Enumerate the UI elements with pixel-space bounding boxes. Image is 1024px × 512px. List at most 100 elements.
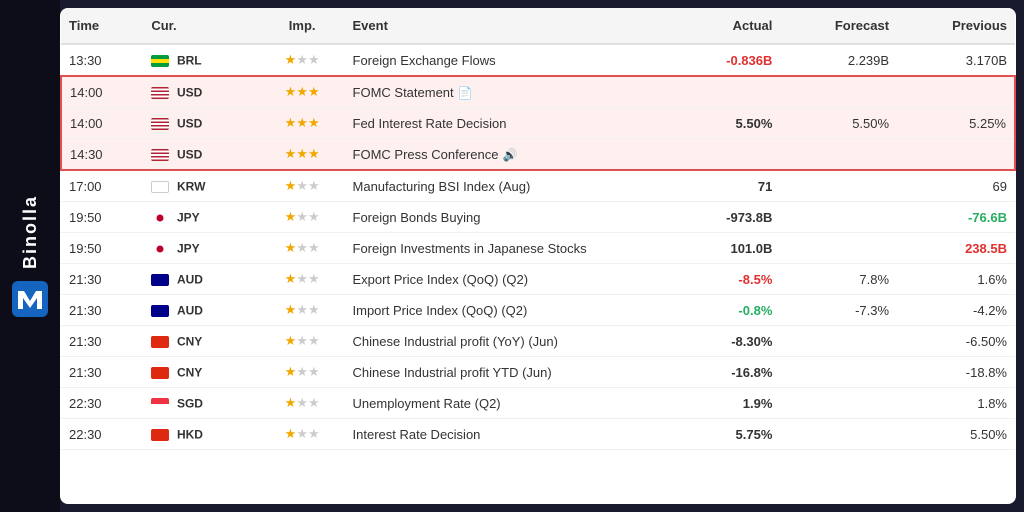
star-filled: ★ — [308, 146, 320, 161]
star-filled: ★ — [285, 178, 297, 193]
cell-previous: -6.50% — [897, 326, 1015, 357]
cell-time: 13:30 — [61, 44, 143, 76]
brand-logo: Binolla — [12, 195, 48, 317]
table-row: 14:00 USD ★★★ FOMC Statement📄 — [61, 76, 1015, 108]
table-row: 14:00 USD ★★★ Fed Interest Rate Decision… — [61, 108, 1015, 139]
star-filled: ★ — [285, 115, 297, 130]
cell-previous: -4.2% — [897, 295, 1015, 326]
star-filled: ★ — [285, 146, 297, 161]
flag-cn — [151, 336, 169, 348]
star-filled: ★ — [296, 115, 308, 130]
cell-currency: USD — [143, 108, 259, 139]
cell-event: Foreign Investments in Japanese Stocks — [345, 233, 677, 264]
table-row: 21:30 CNY ★★★ Chinese Industrial profit … — [61, 326, 1015, 357]
table-row: 22:30 SGD ★★★ Unemployment Rate (Q2) 1.9… — [61, 388, 1015, 419]
star-empty: ★ — [296, 240, 308, 255]
table-row: 21:30 AUD ★★★ Export Price Index (QoQ) (… — [61, 264, 1015, 295]
cell-actual: 5.75% — [677, 419, 780, 450]
flag-au — [151, 305, 169, 317]
cell-event: FOMC Press Conference🔊 — [345, 139, 677, 171]
cell-previous: 1.6% — [897, 264, 1015, 295]
cell-actual — [677, 76, 780, 108]
currency-label: USD — [177, 117, 202, 131]
cell-event: Export Price Index (QoQ) (Q2) — [345, 264, 677, 295]
cell-time: 14:00 — [61, 108, 143, 139]
cell-forecast — [780, 202, 897, 233]
cell-impact: ★★★ — [260, 295, 345, 326]
cell-event: Manufacturing BSI Index (Aug) — [345, 170, 677, 202]
cell-currency: CNY — [143, 326, 259, 357]
cell-currency: JPY — [143, 233, 259, 264]
cell-actual: -8.5% — [677, 264, 780, 295]
col-header-impact: Imp. — [260, 8, 345, 44]
star-empty: ★ — [308, 52, 320, 67]
brand-name: Binolla — [20, 195, 41, 269]
star-empty: ★ — [296, 426, 308, 441]
cell-previous — [897, 139, 1015, 171]
col-header-actual: Actual — [677, 8, 780, 44]
star-empty: ★ — [308, 333, 320, 348]
flag-jp — [151, 243, 169, 255]
cell-currency: JPY — [143, 202, 259, 233]
cell-actual — [677, 139, 780, 171]
m-icon — [12, 281, 48, 317]
cell-actual: 71 — [677, 170, 780, 202]
cell-time: 19:50 — [61, 233, 143, 264]
star-filled: ★ — [285, 240, 297, 255]
cell-forecast: 2.239B — [780, 44, 897, 76]
flag-kr — [151, 181, 169, 193]
star-filled: ★ — [285, 426, 297, 441]
cell-actual: -0.8% — [677, 295, 780, 326]
cell-previous: 3.170B — [897, 44, 1015, 76]
cell-impact: ★★★ — [260, 419, 345, 450]
flag-cn — [151, 367, 169, 379]
cell-actual: -16.8% — [677, 357, 780, 388]
star-filled: ★ — [285, 84, 297, 99]
currency-label: AUD — [177, 273, 203, 287]
currency-label: USD — [177, 148, 202, 162]
cell-actual: -0.836B — [677, 44, 780, 76]
cell-time: 21:30 — [61, 295, 143, 326]
document-icon: 📄 — [458, 86, 473, 100]
cell-previous — [897, 76, 1015, 108]
star-filled: ★ — [308, 84, 320, 99]
cell-impact: ★★★ — [260, 233, 345, 264]
star-filled: ★ — [296, 84, 308, 99]
cell-impact: ★★★ — [260, 170, 345, 202]
cell-impact: ★★★ — [260, 326, 345, 357]
cell-time: 21:30 — [61, 264, 143, 295]
cell-currency: AUD — [143, 264, 259, 295]
star-empty: ★ — [308, 209, 320, 224]
cell-actual: -973.8B — [677, 202, 780, 233]
cell-event: Fed Interest Rate Decision — [345, 108, 677, 139]
star-empty: ★ — [308, 364, 320, 379]
cell-impact: ★★★ — [260, 202, 345, 233]
table-row: 13:30 BRL ★★★ Foreign Exchange Flows -0.… — [61, 44, 1015, 76]
star-empty: ★ — [296, 271, 308, 286]
star-filled: ★ — [285, 52, 297, 67]
cell-previous: 69 — [897, 170, 1015, 202]
cell-forecast — [780, 419, 897, 450]
economic-calendar-table: Time Cur. Imp. Event Actual Forecast Pre… — [60, 8, 1016, 450]
cell-forecast — [780, 326, 897, 357]
star-empty: ★ — [296, 209, 308, 224]
cell-impact: ★★★ — [260, 108, 345, 139]
star-empty: ★ — [308, 178, 320, 193]
cell-event: FOMC Statement📄 — [345, 76, 677, 108]
flag-sg — [151, 398, 169, 410]
cell-impact: ★★★ — [260, 139, 345, 171]
cell-time: 14:00 — [61, 76, 143, 108]
cell-event: Chinese Industrial profit YTD (Jun) — [345, 357, 677, 388]
flag-us — [151, 118, 169, 130]
cell-previous: -76.6B — [897, 202, 1015, 233]
main-content: Time Cur. Imp. Event Actual Forecast Pre… — [60, 8, 1016, 504]
flag-jp — [151, 212, 169, 224]
cell-previous: 5.50% — [897, 419, 1015, 450]
cell-currency: KRW — [143, 170, 259, 202]
star-empty: ★ — [308, 395, 320, 410]
col-header-time: Time — [61, 8, 143, 44]
cell-forecast — [780, 139, 897, 171]
col-header-currency: Cur. — [143, 8, 259, 44]
cell-currency: USD — [143, 139, 259, 171]
cell-forecast — [780, 388, 897, 419]
